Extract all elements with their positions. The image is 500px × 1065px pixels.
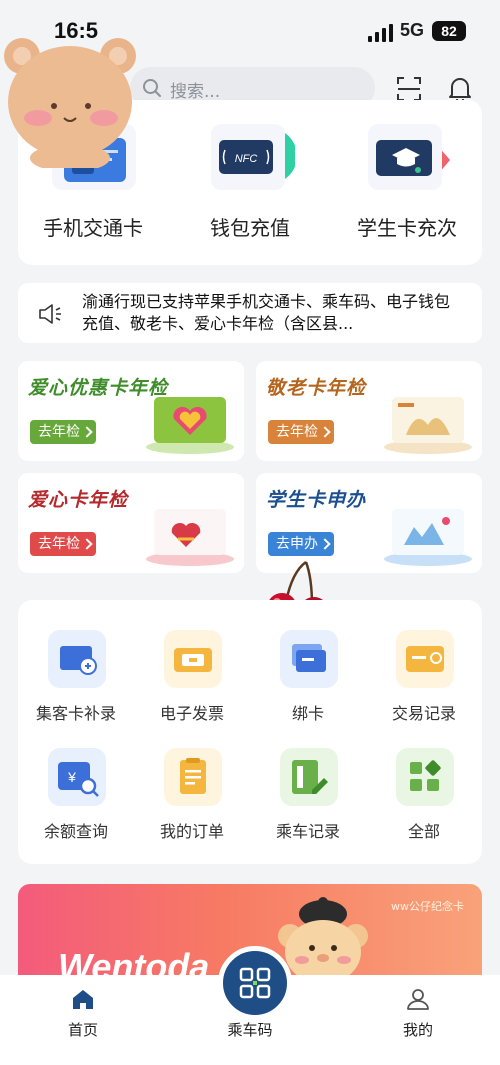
quick-action-student-card-recharge[interactable]: 学生卡充次 — [332, 100, 482, 265]
apply-button[interactable]: 去申办 — [268, 532, 334, 556]
signal-icon — [368, 24, 394, 42]
service-card-supplement[interactable]: 集客卡补录 — [18, 600, 134, 723]
search-placeholder: 搜索... — [170, 82, 221, 102]
quick-action-label: 手机交通卡 — [43, 216, 143, 240]
balance-query-icon: ¥ — [48, 748, 106, 806]
student-card-image-icon — [384, 509, 472, 566]
svg-text:NFC: NFC — [235, 153, 258, 165]
tab-home[interactable]: 首页 — [23, 975, 143, 1045]
search-icon — [143, 79, 161, 97]
service-label: 我的订单 — [159, 822, 224, 841]
promo-title: 爱心卡年检 — [28, 489, 129, 511]
all-apps-icon — [396, 748, 454, 806]
service-bind-card[interactable]: 绑卡 — [250, 600, 366, 723]
battery-icon: 82 — [432, 21, 466, 41]
annual-check-button[interactable]: 去年检 — [30, 420, 96, 444]
bind-card-icon — [280, 630, 338, 688]
scan-icon[interactable] — [396, 76, 422, 102]
service-transaction-record[interactable]: 交易记录 — [366, 600, 482, 723]
tab-label: 我的 — [402, 1021, 433, 1039]
ride-code-button[interactable] — [218, 946, 292, 1020]
annual-check-button[interactable]: 去年检 — [268, 420, 334, 444]
svg-text:¥: ¥ — [67, 769, 76, 785]
tab-mine[interactable]: 我的 — [358, 975, 478, 1045]
quick-action-wallet-topup[interactable]: NFC 钱包充值 — [175, 100, 325, 265]
service-my-orders[interactable]: 我的订单 — [134, 718, 250, 841]
speaker-icon — [39, 304, 61, 324]
services-grid: 集客卡补录 电子发票 绑卡 交易记录 ¥ 余额查询 我的订单 乘车记录 全部 — [18, 600, 482, 864]
tab-label: 首页 — [67, 1021, 98, 1039]
ride-code-label: 乘车码 — [227, 1021, 273, 1039]
banner-caption: ww公仔纪念卡 — [391, 900, 464, 913]
notice-text: 渝通行现已支持苹果手机交通卡、乘车码、电子钱包充值、敬老卡、爱心卡年检（含区县.… — [82, 292, 451, 333]
bell-icon[interactable] — [448, 76, 472, 102]
promo-senior-card-annual-check[interactable]: 敬老卡年检 去年检 — [256, 361, 482, 461]
service-all[interactable]: 全部 — [366, 718, 482, 841]
service-e-invoice[interactable]: 电子发票 — [134, 600, 250, 723]
invoice-icon — [164, 630, 222, 688]
annual-check-button[interactable]: 去年检 — [30, 532, 96, 556]
ride-record-icon — [280, 748, 338, 806]
home-icon — [73, 990, 93, 1009]
quick-action-label: 学生卡充次 — [357, 216, 457, 240]
service-label: 余额查询 — [43, 822, 108, 841]
promo-title: 敬老卡年检 — [266, 377, 367, 399]
promo-title: 学生卡申办 — [266, 489, 367, 511]
service-label: 全部 — [407, 822, 440, 841]
my-orders-icon — [164, 748, 222, 806]
service-ride-record[interactable]: 乘车记录 — [250, 718, 366, 841]
service-label: 乘车记录 — [275, 822, 340, 841]
promo-love-discount-card-annual-check[interactable]: 爱心优惠卡年检 去年检 — [18, 361, 244, 461]
student-card-icon — [368, 124, 450, 190]
qr-code-icon — [239, 967, 271, 999]
card-add-icon — [48, 630, 106, 688]
love-card-icon — [146, 397, 234, 454]
quick-action-label: 钱包充值 — [210, 216, 290, 240]
transaction-record-icon — [396, 630, 454, 688]
user-icon — [407, 989, 429, 1010]
service-balance-query[interactable]: ¥ 余额查询 — [18, 718, 134, 841]
nfc-wallet-icon: NFC — [211, 124, 295, 190]
heart-card-icon — [146, 509, 234, 566]
network-type: 5G — [400, 20, 425, 40]
senior-card-icon — [384, 397, 472, 454]
bear-sticker-icon — [4, 38, 136, 168]
notice-bar[interactable]: 渝通行现已支持苹果手机交通卡、乘车码、电子钱包充值、敬老卡、爱心卡年检（含区县.… — [18, 283, 482, 343]
promo-love-card-annual-check[interactable]: 爱心卡年检 去年检 — [18, 473, 244, 573]
